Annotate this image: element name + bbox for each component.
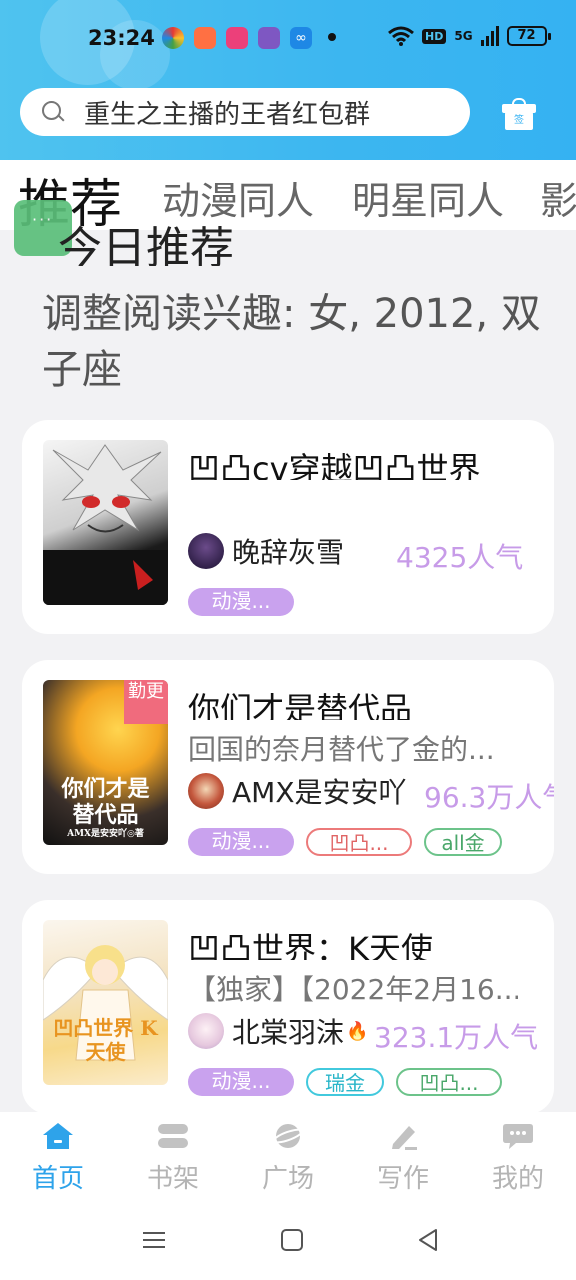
nav-profile[interactable]: 我的 [478, 1122, 558, 1195]
system-navigation-bar [0, 1204, 576, 1280]
bottom-navigation: 首页 书架 广场 写作 我的 [0, 1112, 576, 1204]
back-icon[interactable] [416, 1228, 440, 1252]
tag[interactable]: 凹凸... [396, 1068, 502, 1096]
tag[interactable]: 瑞金 [306, 1068, 384, 1096]
nav-label: 写作 [376, 1164, 429, 1194]
author-row[interactable]: AMX是安安吖 [188, 772, 407, 810]
popularity-count: 96.3万人气 [424, 781, 554, 814]
tag[interactable]: 凹凸... [306, 828, 412, 856]
search-input[interactable]: 重生之主播的王者红包群 [84, 94, 370, 131]
tab-celebrity-fanfic[interactable]: 明星同人 [352, 170, 504, 225]
nav-plaza[interactable]: 广场 [248, 1122, 328, 1195]
nav-label: 广场 [261, 1164, 314, 1194]
book-cover[interactable]: 勤更 你们才是替代品 AMX是安安吖◎著 [43, 680, 168, 845]
nav-label: 我的 [491, 1164, 544, 1194]
cover-illustration [43, 444, 168, 605]
author-name[interactable]: 晚辞灰雪 [232, 531, 344, 571]
fire-icon: 🔥 [346, 1020, 369, 1042]
tag-list: 动漫... 瑞金 凹凸... [188, 1068, 502, 1096]
book-title[interactable]: 凹凸cv穿越凹凸世界 [188, 444, 528, 480]
popularity-count: 4325人气 [396, 541, 524, 574]
signal-indicator: 5G [454, 29, 473, 43]
cover-title: 凹凸世界 K天使 [53, 1016, 158, 1064]
author-row[interactable]: 晚辞灰雪 [188, 532, 344, 570]
author-row[interactable]: 北棠羽沫 🔥 [188, 1012, 368, 1050]
hd-indicator: HD [422, 28, 447, 44]
cover-author: AMX是安安吖◎著 [67, 829, 144, 839]
signal-bars-icon [480, 26, 499, 46]
tag-list: 动漫... [188, 588, 294, 616]
bookshelf-icon [157, 1122, 189, 1150]
book-title[interactable]: 凹凸世界：K天使 [188, 924, 528, 960]
book-cover[interactable] [43, 440, 168, 605]
tag-list: 动漫... 凹凸... all金 [188, 828, 502, 856]
wifi-icon [388, 26, 414, 46]
cover-title: 你们才是替代品 [61, 776, 150, 828]
status-indicators: HD 5G 72 [388, 26, 551, 46]
nav-writing[interactable]: 写作 [363, 1122, 443, 1195]
author-name[interactable]: AMX是安安吖 [232, 771, 407, 811]
home-square-icon[interactable] [280, 1228, 304, 1252]
author-avatar [188, 773, 224, 809]
planet-icon [272, 1122, 304, 1150]
tag[interactable]: 动漫... [188, 828, 294, 856]
book-cover[interactable]: 凹凸世界 K天使 [43, 920, 168, 1085]
battery-icon: 72 [506, 26, 551, 46]
nav-label: 首页 [31, 1164, 84, 1194]
app-notification-icon [162, 27, 184, 49]
notification-icons: ∞ [162, 27, 312, 49]
search-bar[interactable]: 重生之主播的王者红包群 [20, 88, 470, 136]
status-time: 23:24 [88, 26, 155, 50]
book-description: 回国的奈月替代了金的... [188, 733, 495, 766]
menu-icon[interactable] [142, 1228, 166, 1252]
app-notification-icon [226, 27, 248, 49]
sign-in-label: 签 [505, 112, 533, 130]
author-avatar [188, 1013, 224, 1049]
book-card[interactable]: 勤更 你们才是替代品 AMX是安安吖◎著 你们才是替代品 回国的奈月替代了金的.… [22, 660, 554, 874]
app-notification-icon [258, 27, 280, 49]
author-avatar [188, 533, 224, 569]
app-notification-icon: ∞ [290, 27, 312, 49]
search-icon [42, 101, 64, 123]
tag[interactable]: 动漫... [188, 1068, 294, 1096]
author-name[interactable]: 北棠羽沫 [232, 1011, 344, 1051]
popularity-count: 323.1万人气 [374, 1021, 539, 1054]
section-title: 今日推荐 [58, 223, 234, 266]
tab-film-tv[interactable]: 影视 [540, 170, 576, 225]
status-bar: 23:24 ∞ HD 5G 72 [0, 18, 576, 58]
tag[interactable]: all金 [424, 828, 502, 856]
app-notification-icon [194, 27, 216, 49]
nav-label: 书架 [146, 1164, 199, 1194]
nav-home[interactable]: 首页 [18, 1122, 98, 1195]
reading-interest-link[interactable]: 调整阅读兴趣: 女, 2012, 双子座 [42, 286, 562, 398]
nav-bookshelf[interactable]: 书架 [133, 1122, 213, 1195]
chat-bubble-icon [502, 1122, 534, 1150]
gift-icon[interactable]: 签 [502, 98, 536, 130]
book-card[interactable]: 凹凸世界 K天使 凹凸世界：K天使 【独家】【2022年2月16... 北棠羽沫… [22, 900, 554, 1114]
app-header: 23:24 ∞ HD 5G 72 重生之主播的王者红包群 签 [0, 0, 576, 160]
more-notifications-dot [328, 33, 336, 41]
book-description: 【独家】【2022年2月16... [188, 973, 518, 1006]
book-card[interactable]: 凹凸cv穿越凹凸世界 晚辞灰雪 4325人气 动漫... [22, 420, 554, 634]
update-badge: 勤更 [124, 680, 168, 724]
home-icon [42, 1122, 74, 1150]
pen-icon [387, 1122, 419, 1150]
book-title[interactable]: 你们才是替代品 [188, 684, 528, 720]
tag[interactable]: 动漫... [188, 588, 294, 616]
